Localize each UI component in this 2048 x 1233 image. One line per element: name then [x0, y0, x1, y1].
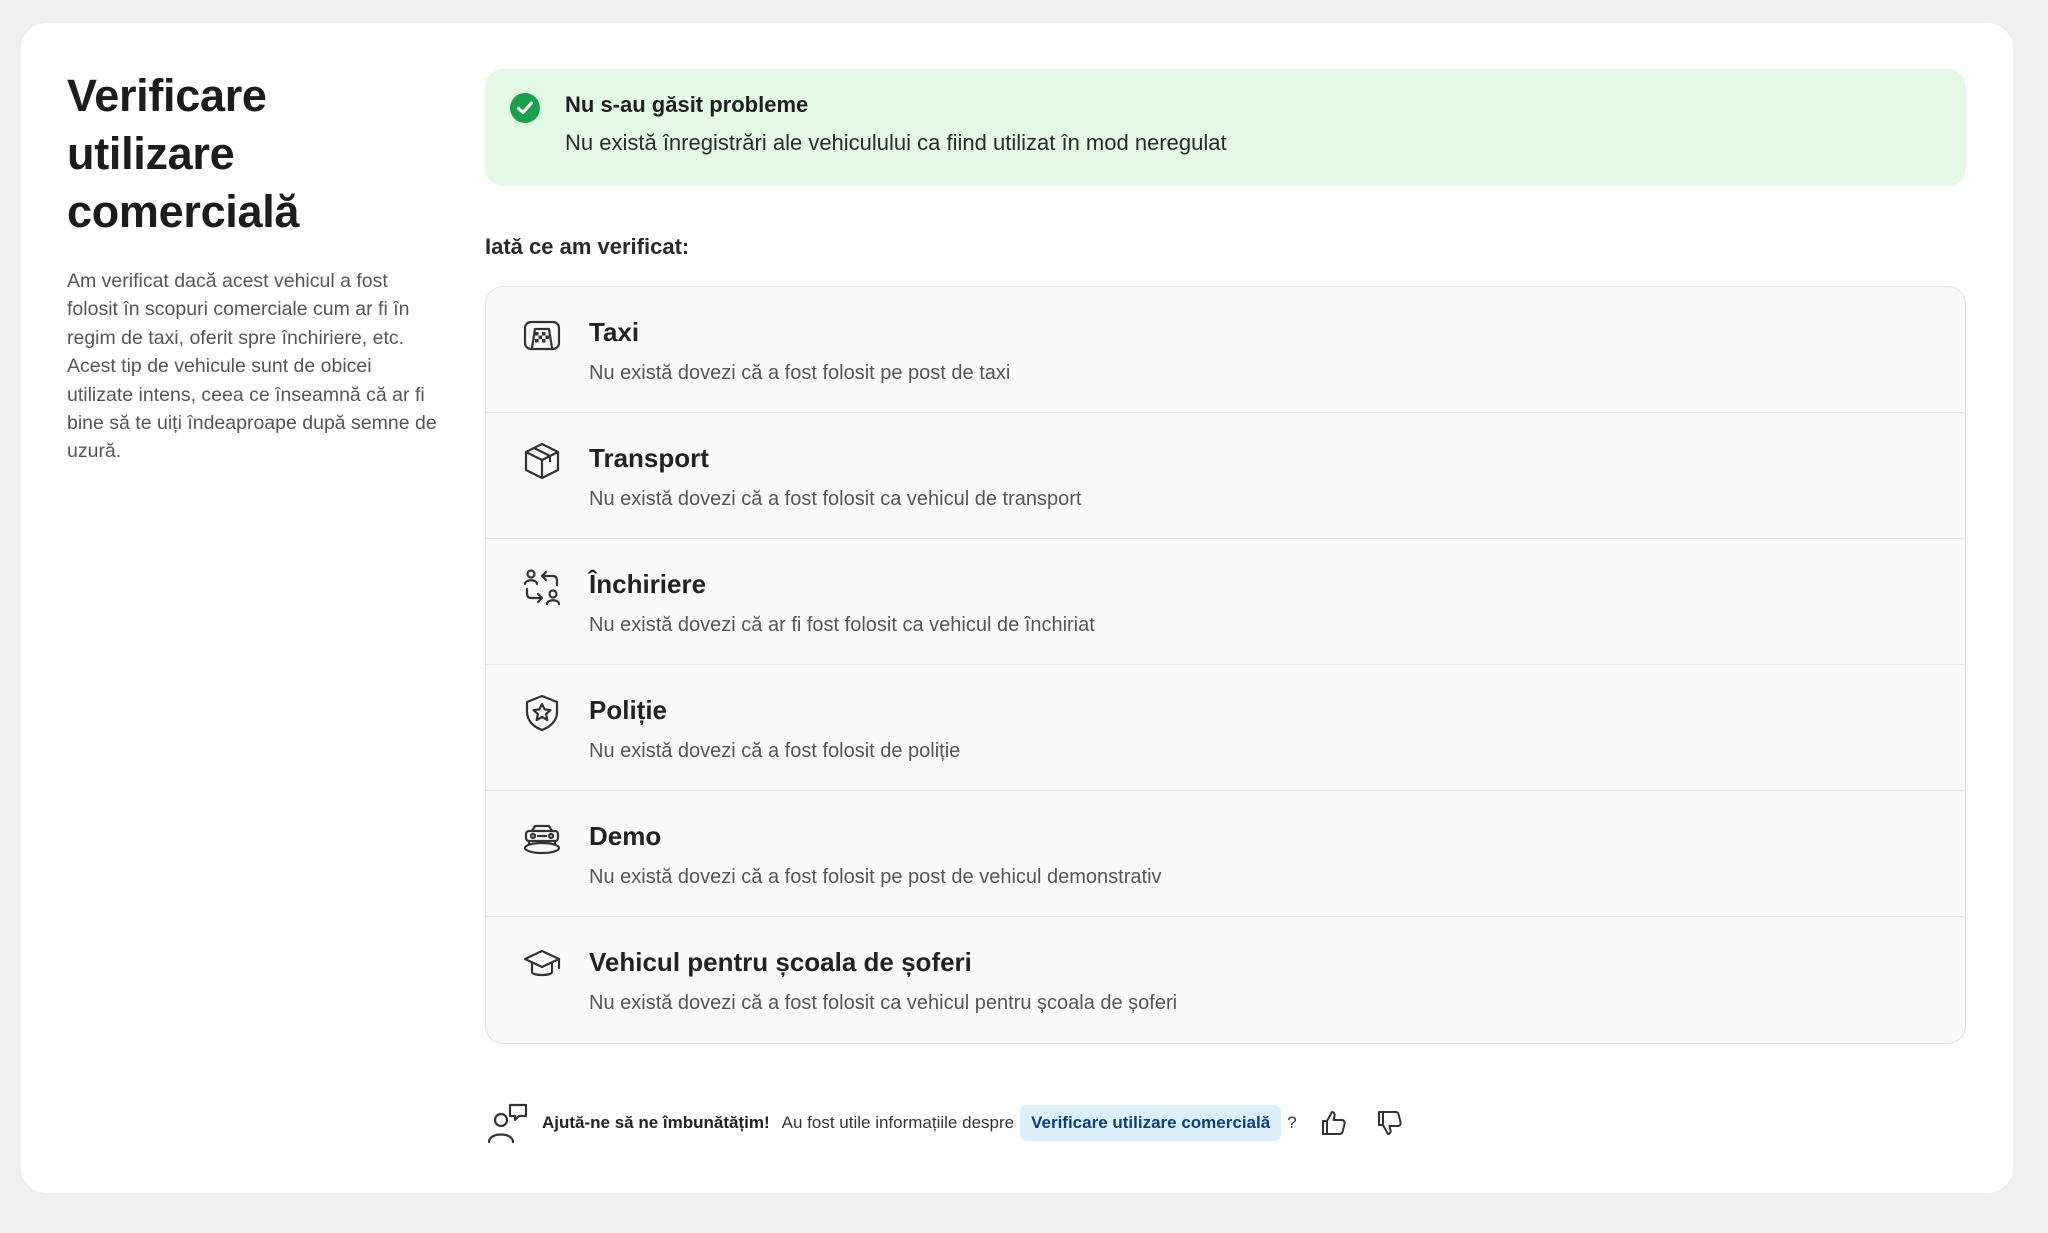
check-item-rental: Închiriere Nu există dovezi că ar fi fos…	[486, 539, 1965, 665]
success-text: Nu există înregistrări ale vehiculului c…	[565, 130, 1227, 155]
thumbs-up-icon	[1321, 1111, 1346, 1135]
graduation-cap-icon	[522, 945, 562, 985]
box-icon	[522, 441, 562, 481]
police-badge-icon	[522, 693, 562, 733]
check-item-transport: Transport Nu există dovezi că a fost fol…	[486, 413, 1965, 539]
page-title: Verificare utilizare comercială	[67, 70, 300, 237]
check-title: Demo	[589, 821, 662, 851]
check-desc: Nu există dovezi că ar fi fost folosit c…	[589, 614, 1095, 636]
checks-heading: Iată ce am verificat:	[485, 234, 690, 259]
check-desc: Nu există dovezi că a fost folosit ca ve…	[589, 992, 1178, 1014]
thumbs-up-button[interactable]	[1313, 1102, 1355, 1144]
check-desc: Nu există dovezi că a fost folosit de po…	[589, 740, 961, 762]
demo-car-icon	[522, 819, 562, 859]
intro-description: Am verificat dacă acest vehicul a fost f…	[67, 270, 437, 463]
success-banner: Nu s-au găsit probleme Nu există înregis…	[485, 69, 1966, 186]
check-desc: Nu există dovezi că a fost folosit pe po…	[589, 866, 1162, 888]
check-desc: Nu există dovezi că a fost folosit ca ve…	[589, 488, 1082, 510]
check-title: Închiriere	[589, 569, 707, 599]
checks-list: Taxi Nu există dovezi că a fost folosit …	[485, 286, 1966, 1044]
rental-exchange-icon	[522, 567, 562, 607]
check-item-demo: Demo Nu există dovezi că a fost folosit …	[486, 791, 1965, 917]
feedback-person-icon	[486, 1101, 530, 1145]
check-title: Transport	[589, 443, 709, 473]
check-item-taxi: Taxi Nu există dovezi că a fost folosit …	[486, 287, 1965, 413]
feedback-topic-chip: Verificare utilizare comercială	[1020, 1105, 1282, 1141]
check-title: Taxi	[589, 317, 640, 347]
check-desc: Nu există dovezi că a fost folosit pe po…	[589, 362, 1011, 384]
success-title: Nu s-au găsit probleme	[565, 92, 809, 117]
feedback-prompt-bold: Ajută-ne să ne îmbunătățim!	[542, 1113, 770, 1132]
results-panel: Nu s-au găsit probleme Nu există înregis…	[485, 69, 1966, 1044]
check-circle-icon	[510, 93, 540, 123]
intro-panel: Verificare utilizare comercială Am verif…	[67, 67, 437, 466]
check-title: Poliție	[589, 695, 668, 725]
feedback-bar: Ajută-ne să ne îmbunătățim! Au fost util…	[486, 1100, 1425, 1146]
feedback-question-mark: ?	[1287, 1113, 1297, 1132]
taxi-icon	[522, 315, 562, 355]
main-card: Verificare utilizare comercială Am verif…	[21, 23, 2013, 1193]
thumbs-down-button[interactable]	[1369, 1102, 1411, 1144]
check-item-police: Poliție Nu există dovezi că a fost folos…	[486, 665, 1965, 791]
thumbs-down-icon	[1377, 1111, 1402, 1135]
check-title: Vehicul pentru școala de șoferi	[589, 947, 972, 977]
check-item-driving-school: Vehicul pentru școala de șoferi Nu exist…	[486, 917, 1965, 1043]
feedback-prompt-text: Au fost utile informațiile despre	[781, 1113, 1015, 1132]
